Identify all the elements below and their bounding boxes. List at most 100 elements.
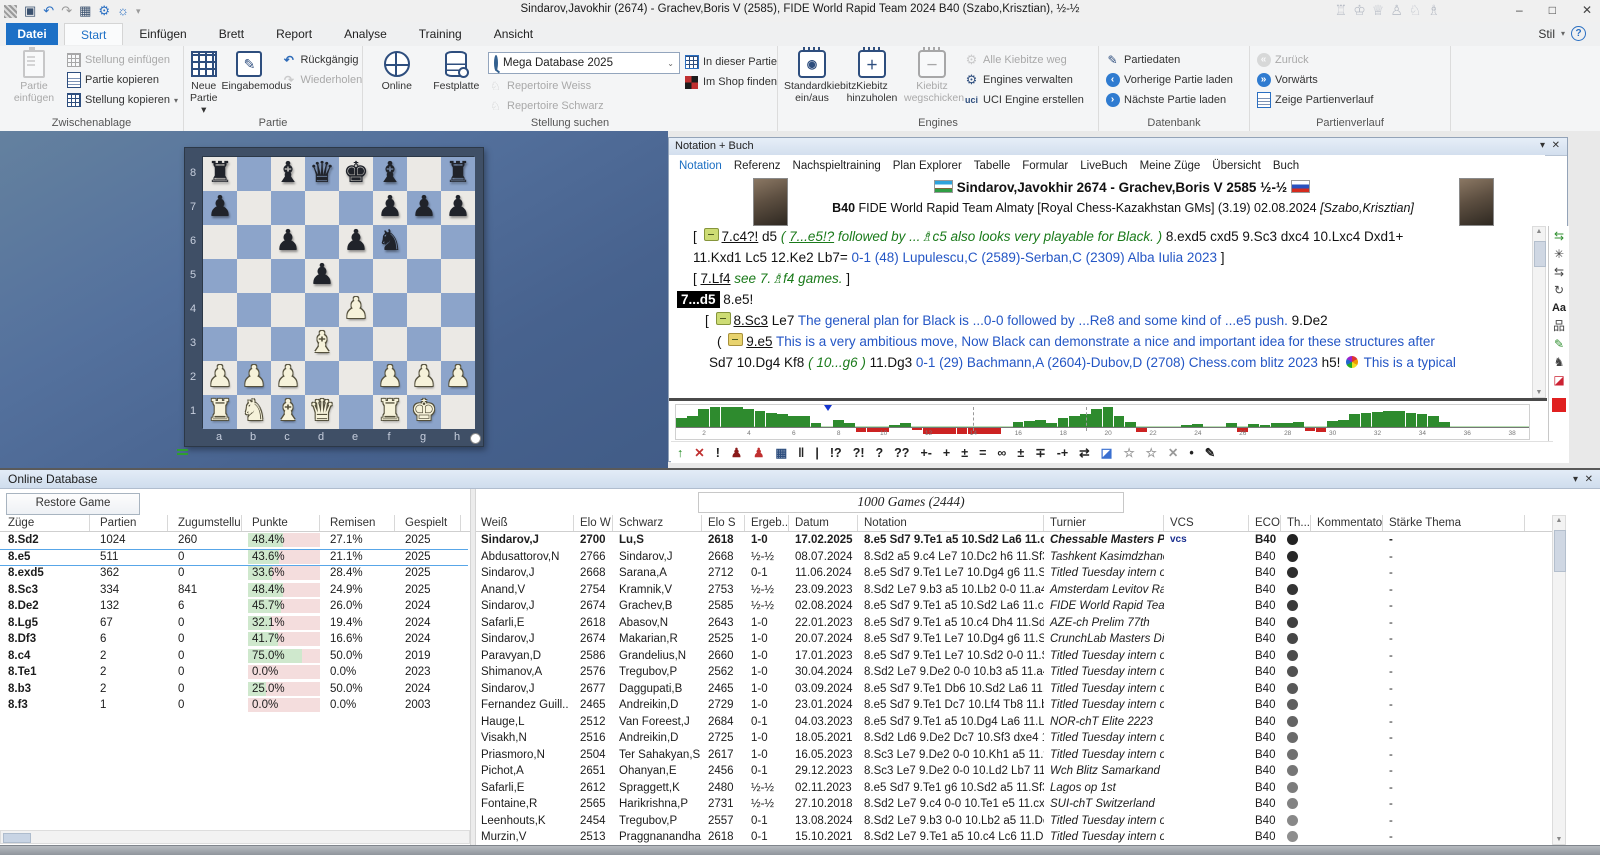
tab-einfügen[interactable]: Einfügen [123, 23, 202, 45]
ribbon-item-zeige-partienverlauf[interactable]: Zeige Partienverlauf [1256, 92, 1373, 108]
annotation-symbol-button[interactable]: = [979, 446, 986, 460]
tab-start[interactable]: Start [64, 23, 123, 45]
red-square-marker[interactable] [1552, 398, 1566, 412]
table-row[interactable]: Sindarov,J2674Grachev,B2585½-½02.08.2024… [476, 598, 1552, 615]
table-row[interactable]: 8.De2132645.7%26.0%2024 [0, 598, 468, 615]
annotation-symbol-button[interactable]: ? [876, 446, 884, 460]
tab-report[interactable]: Report [260, 23, 328, 45]
minimize-button[interactable]: – [1516, 3, 1523, 17]
table-row[interactable]: 8.f3100.0%0.0%2003 [0, 697, 468, 714]
annotation-symbol-button[interactable]: | [815, 446, 819, 460]
notation-text[interactable]: followed by ...♗c5 also looks very playa… [834, 229, 1162, 244]
swap-arrows-gray-icon[interactable]: ⇆ [1554, 266, 1564, 279]
square-f3[interactable] [373, 327, 407, 361]
swirl-icon[interactable]: ✳ [1554, 248, 1564, 261]
square-f4[interactable] [373, 293, 407, 327]
ribbon-item-rückgängig[interactable]: ↶Rückgängig [281, 52, 362, 68]
square-b6[interactable] [237, 225, 271, 259]
text-Aa-icon[interactable]: Aa [1552, 302, 1566, 315]
square-b5[interactable] [237, 259, 271, 293]
notation-text[interactable]: 7.Lf4 [701, 271, 731, 286]
ribbon-item-alle-kiebitze-weg[interactable]: ⚙Alle Kiebitze weg [964, 52, 1084, 68]
annotation-symbol-button[interactable]: !? [830, 446, 842, 460]
piece-♟-h7[interactable]: ♟ [441, 191, 475, 225]
board-squares[interactable]: ♜♝♛♚♝♜♟♟♟♟♟♟♞♟♟♝♟♟♟♟♟♟♜♞♝♛♜♚ [202, 156, 474, 428]
ribbon-item-partie-kopieren[interactable]: Partie kopieren [66, 72, 178, 88]
close-button[interactable]: ✕ [1582, 3, 1592, 17]
tab-brett[interactable]: Brett [203, 23, 260, 45]
piece-♝-f8[interactable]: ♝ [373, 157, 407, 191]
ribbon-button-neue-partie-[interactable]: NeuePartie ▾ [190, 48, 217, 116]
annotation-symbol-button[interactable]: +- [920, 446, 931, 460]
restore-game-button[interactable]: Restore Game [6, 493, 140, 515]
collapse-icon[interactable]: ▾ [1540, 140, 1545, 151]
square-d7[interactable] [305, 191, 339, 225]
piece-♛-d8[interactable]: ♛ [305, 157, 339, 191]
square-c3[interactable] [271, 327, 305, 361]
ribbon-button-kiebitz-hinzuholen[interactable]: ＋Kiebitzhinzuholen [844, 48, 900, 104]
notation-text[interactable]: 8.Sc3 [734, 313, 769, 328]
piece-♝-d3[interactable]: ♝ [305, 327, 339, 361]
annotation-symbol-button[interactable]: ± [961, 446, 968, 460]
notation-scrollbar[interactable]: ▲ ▼ [1532, 226, 1546, 398]
square-a6[interactable] [203, 225, 237, 259]
annotation-symbol-button[interactable]: ✎ [1205, 445, 1215, 460]
square-g3[interactable] [407, 327, 441, 361]
notation-text[interactable]: 7...e5!? [789, 229, 834, 244]
ribbon-item-zurück[interactable]: «Zurück [1256, 52, 1373, 68]
piece-♜-h8[interactable]: ♜ [441, 157, 475, 191]
annotation-symbol-button[interactable]: ✕ [694, 445, 704, 460]
square-b7[interactable] [237, 191, 271, 225]
ribbon-button-online[interactable]: Online [369, 48, 425, 92]
piece-♟-b2[interactable]: ♟ [237, 361, 271, 395]
annotation-symbol-button[interactable]: ! [716, 446, 720, 460]
column-header-partien[interactable]: Partien [96, 515, 168, 531]
evaluation-graph[interactable]: 2468101214161820222426283032343638 [675, 404, 1530, 440]
ribbon-item-stellung-kopieren[interactable]: Stellung kopieren▾ [66, 92, 178, 108]
close-icon[interactable]: ✕ [1552, 140, 1560, 151]
structure-icon[interactable]: 品 [1553, 320, 1565, 333]
ribbon-item-vorwärts[interactable]: »Vorwärts [1256, 72, 1373, 88]
annotation-symbol-button[interactable]: -+ [1057, 446, 1068, 460]
annotation-symbol-button[interactable]: ◪ [1101, 445, 1113, 460]
annotation-symbol-button[interactable]: ?? [894, 446, 909, 460]
table-row[interactable]: 8.Te1200.0%0.0%2023 [0, 664, 468, 681]
notation-text[interactable]: 8.exd5 cxd5 9.Sc3 dxc4 10.Lxc4 Dxd1+ [1162, 229, 1403, 244]
piece-♝-c1[interactable]: ♝ [271, 395, 305, 429]
ribbon-button-festplatte[interactable]: Festplatte [429, 48, 485, 92]
notation-text[interactable]: 9.De2 [1288, 313, 1328, 328]
settings-gear-icon[interactable]: ⚙ [98, 3, 110, 19]
table-row[interactable]: 8.Lg567032.1%19.4%2024 [0, 615, 468, 632]
column-header-black-player[interactable]: Schwarz [615, 515, 702, 531]
tab-ansicht[interactable]: Ansicht [478, 23, 549, 45]
square-d6[interactable] [305, 225, 339, 259]
table-row[interactable]: Sindarov,J2677Daggupati,B24651-003.09.20… [476, 681, 1552, 698]
annotation-symbol-button[interactable]: ♟ [731, 445, 742, 460]
notation-tab-notation[interactable]: Notation [673, 160, 728, 172]
save-icon[interactable]: ▣ [24, 3, 36, 19]
square-b8[interactable] [237, 157, 271, 191]
maximize-button[interactable]: □ [1549, 3, 1556, 17]
notation-text[interactable]: ] [1217, 250, 1225, 265]
table-row[interactable]: Fernandez Guill..2465Andreikin,D27291-02… [476, 697, 1552, 714]
column-header-black-elo[interactable]: Elo S [704, 515, 745, 531]
undo-icon[interactable]: ↶ [43, 3, 54, 19]
column-header-date[interactable]: Datum [791, 515, 858, 531]
piece-♟-c6[interactable]: ♟ [271, 225, 305, 259]
annotation-symbol-button[interactable]: + [943, 446, 950, 460]
table-row[interactable]: Fontaine,R2565Harikrishna,P2731½-½27.10.… [476, 796, 1552, 813]
horizontal-scrollbar[interactable] [0, 830, 470, 844]
table-row[interactable]: Abdusattorov,N2766Sindarov,J2668½-½08.07… [476, 549, 1552, 566]
square-h3[interactable] [441, 327, 475, 361]
notation-text[interactable]: [ [693, 229, 701, 244]
table-row[interactable]: 8.exd5362033.6%28.4%2025 [0, 565, 468, 582]
piece-♟-a7[interactable]: ♟ [203, 191, 237, 225]
notation-text[interactable]: [ [693, 271, 701, 286]
square-a4[interactable] [203, 293, 237, 327]
piece-♟-h2[interactable]: ♟ [441, 361, 475, 395]
square-g6[interactable] [407, 225, 441, 259]
table-row[interactable]: Anand,V2754Kramnik,V2753½-½23.09.20238.S… [476, 582, 1552, 599]
square-e2[interactable] [339, 361, 373, 395]
annotation-symbol-button[interactable]: ▦ [775, 445, 787, 460]
ribbon-item-wiederholen[interactable]: ↷Wiederholen [281, 72, 362, 88]
